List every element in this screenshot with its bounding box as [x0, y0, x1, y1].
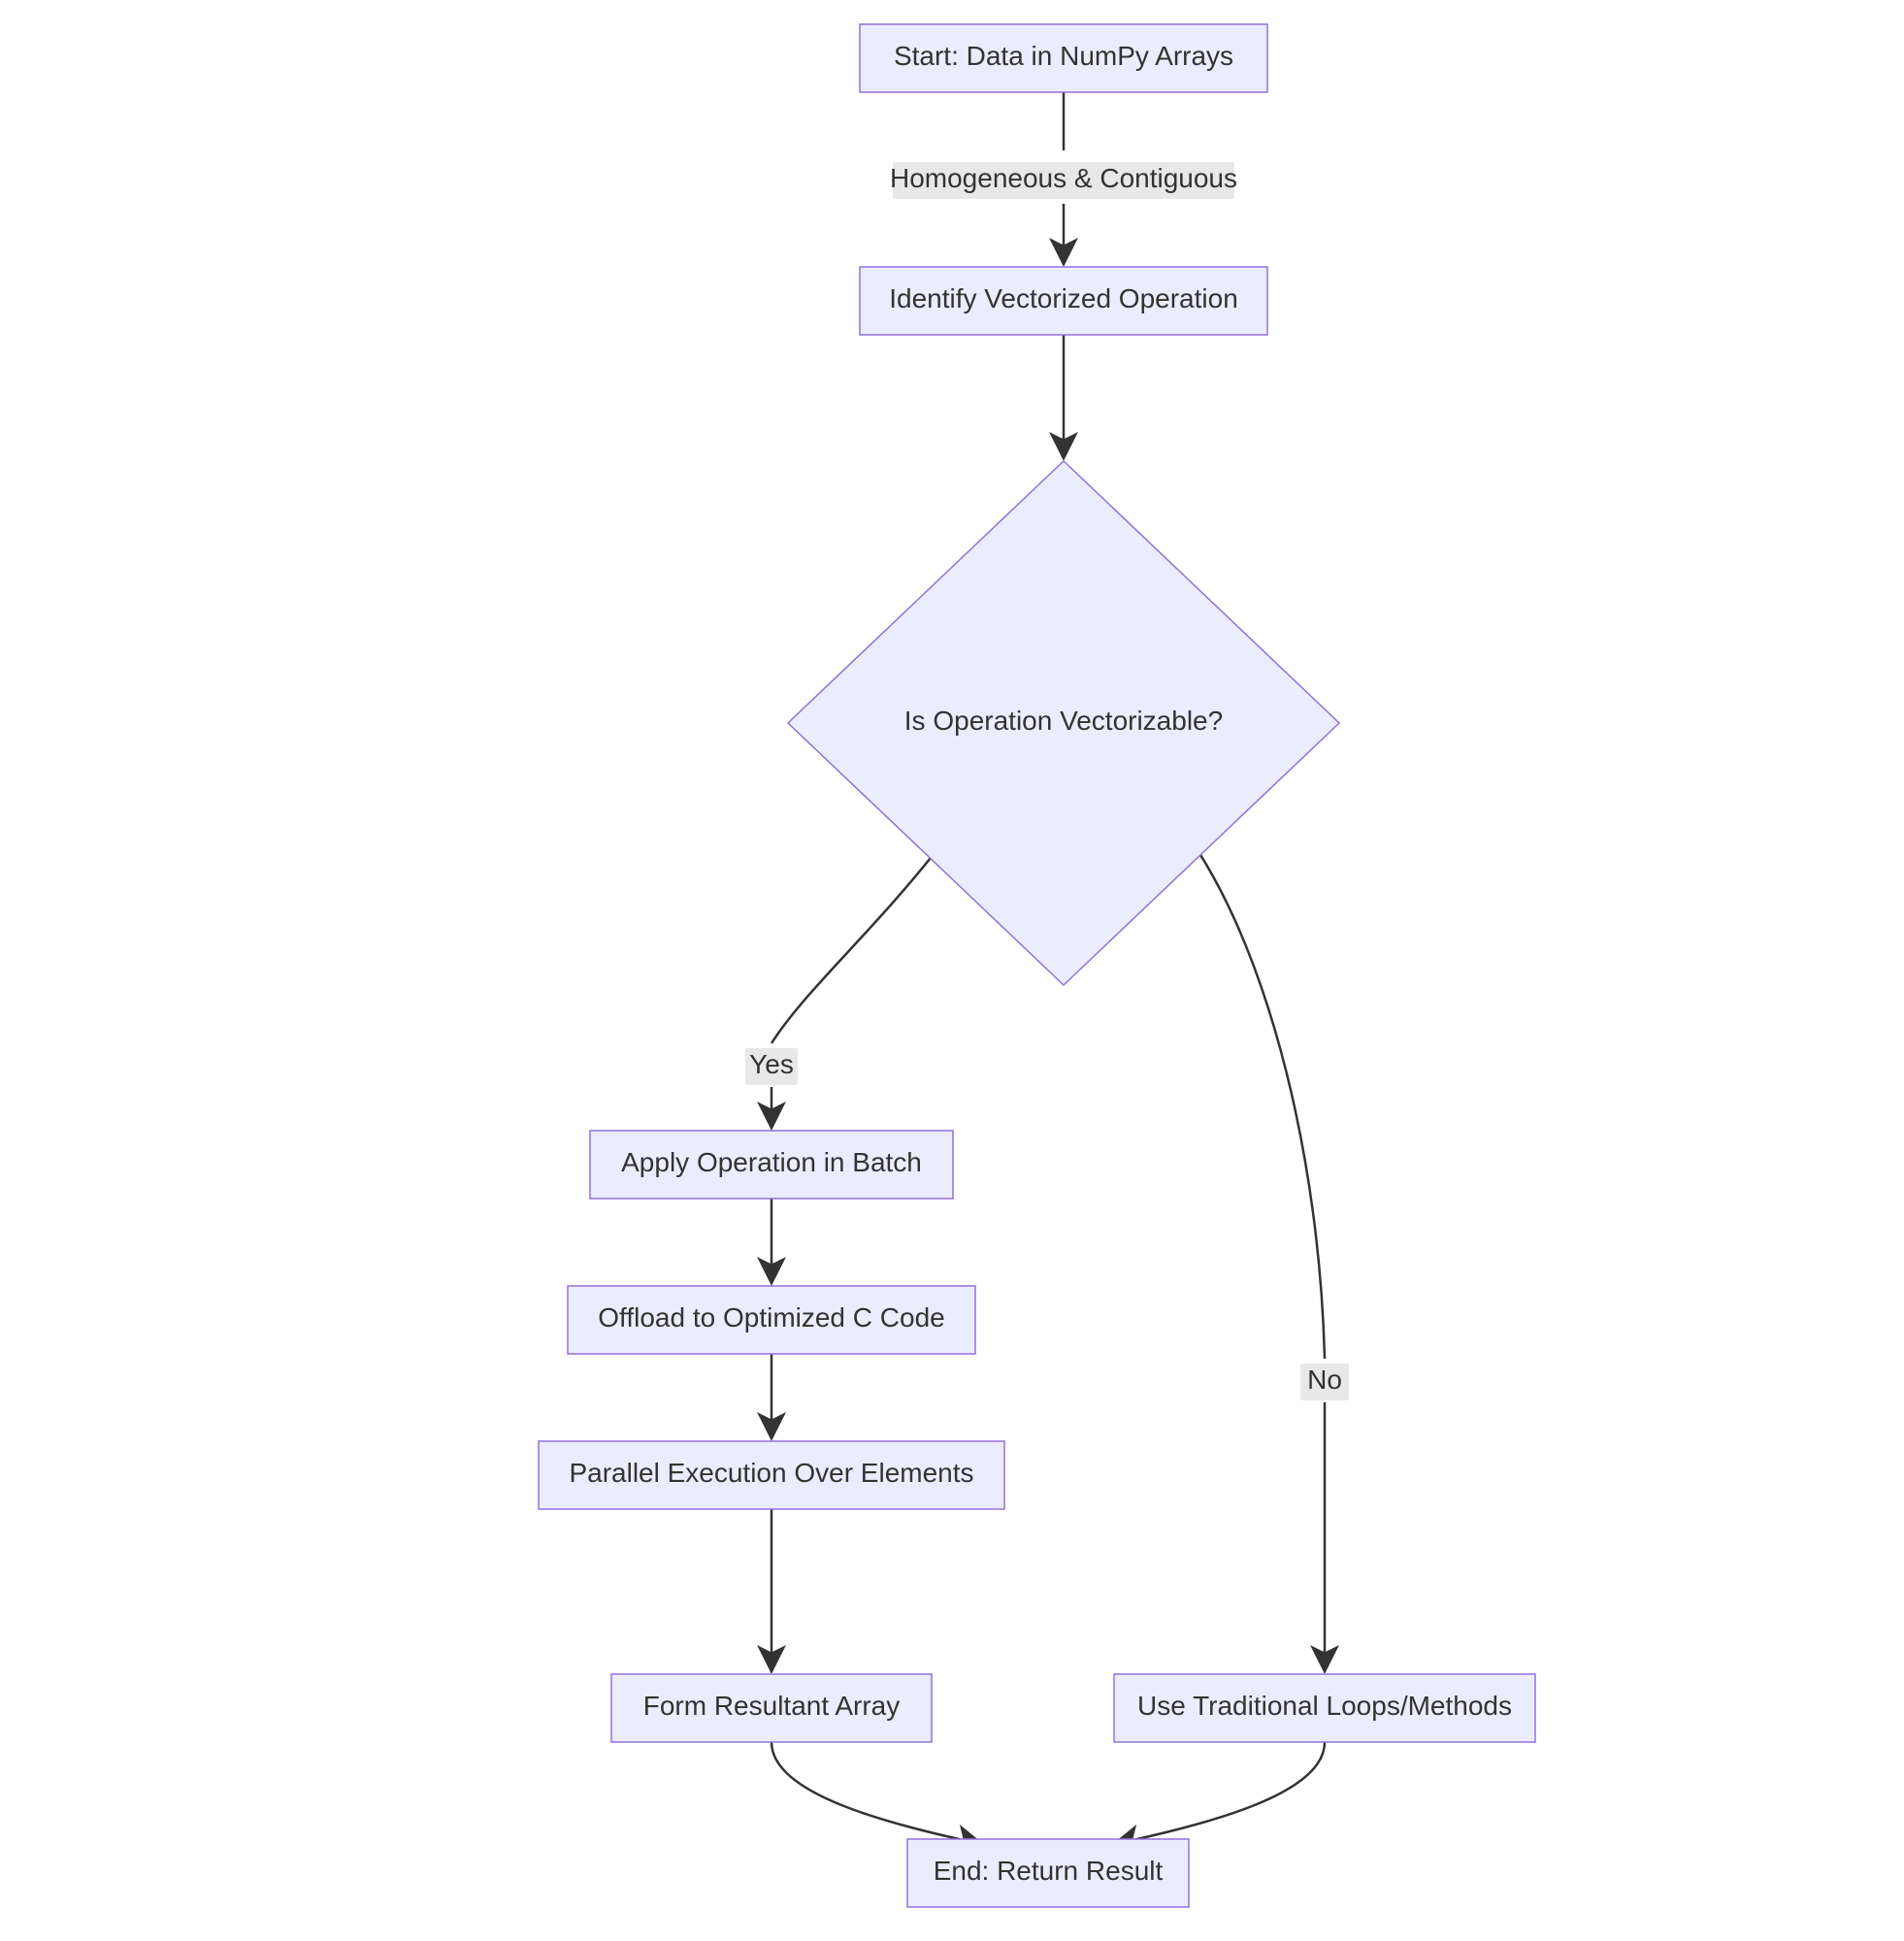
node-decision: Is Operation Vectorizable? [788, 461, 1339, 985]
node-form-result: Form Resultant Array [611, 1674, 932, 1742]
node-end: End: Return Result [907, 1839, 1189, 1907]
node-end-label: End: Return Result [934, 1856, 1164, 1886]
edge-G-I [771, 1742, 980, 1844]
svg-text:Apply Operation in Batch: Apply Operation in Batch [621, 1147, 922, 1177]
edge-label-C-D: Yes [749, 1049, 794, 1079]
svg-text:Start: Data in NumPy Arrays: Start: Data in NumPy Arrays [894, 41, 1233, 71]
svg-text:Offload to Optimized C Code: Offload to Optimized C Code [598, 1302, 944, 1332]
svg-text:Identify Vectorized Operation: Identify Vectorized Operation [889, 283, 1238, 313]
edge-A-B: Homogeneous & Contiguous [890, 92, 1237, 262]
node-apply-batch: Apply Operation in Batch [590, 1131, 953, 1199]
edge-label-C-H: No [1307, 1365, 1342, 1395]
node-traditional: Use Traditional Loops/Methods [1114, 1674, 1535, 1742]
node-start-label: Start: Data in NumPy Arrays [894, 41, 1233, 71]
node-decision-label: Is Operation Vectorizable? [904, 706, 1223, 736]
svg-text:Use Traditional Loops/Methods: Use Traditional Loops/Methods [1137, 1691, 1512, 1721]
edge-H-I [1116, 1742, 1325, 1844]
svg-text:No: No [1307, 1365, 1342, 1395]
svg-text:Form Resultant Array: Form Resultant Array [643, 1691, 901, 1721]
svg-text:Is Operation Vectorizable?: Is Operation Vectorizable? [904, 706, 1223, 736]
edge-C-D: Yes [745, 844, 941, 1126]
svg-text:End: Return Result: End: Return Result [934, 1856, 1164, 1886]
node-identify: Identify Vectorized Operation [860, 267, 1267, 335]
edge-label-A-B: Homogeneous & Contiguous [890, 163, 1237, 193]
node-form-result-label: Form Resultant Array [643, 1691, 901, 1721]
flowchart-canvas: Homogeneous & Contiguous Yes No [0, 0, 1904, 1941]
svg-text:Parallel Execution Over Elemen: Parallel Execution Over Elements [569, 1458, 973, 1488]
node-start: Start: Data in NumPy Arrays [860, 24, 1267, 92]
edge-C-H: No [1194, 844, 1349, 1669]
svg-text:Homogeneous & Contiguous: Homogeneous & Contiguous [890, 163, 1237, 193]
node-offload-c: Offload to Optimized C Code [568, 1286, 975, 1354]
node-apply-batch-label: Apply Operation in Batch [621, 1147, 922, 1177]
node-traditional-label: Use Traditional Loops/Methods [1137, 1691, 1512, 1721]
node-offload-c-label: Offload to Optimized C Code [598, 1302, 944, 1332]
node-parallel: Parallel Execution Over Elements [539, 1441, 1004, 1509]
node-identify-label: Identify Vectorized Operation [889, 283, 1238, 313]
svg-text:Yes: Yes [749, 1049, 794, 1079]
node-parallel-label: Parallel Execution Over Elements [569, 1458, 973, 1488]
